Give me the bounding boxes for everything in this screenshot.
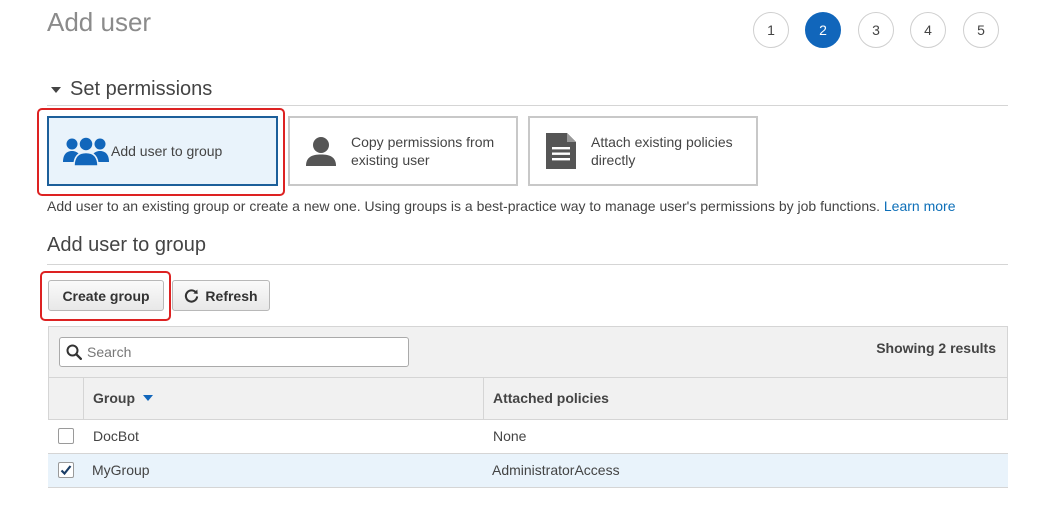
step-5[interactable]: 5	[963, 12, 999, 48]
row-checkbox[interactable]	[58, 428, 74, 444]
page-title: Add user	[47, 7, 152, 37]
divider	[48, 377, 1008, 378]
sort-desc-icon	[143, 395, 153, 401]
section-title: Set permissions	[70, 78, 213, 100]
step-3[interactable]: 3	[858, 12, 894, 48]
user-icon	[290, 136, 351, 166]
search-input-wrapper[interactable]	[59, 337, 409, 367]
step-2[interactable]: 2	[805, 12, 841, 48]
divider	[47, 264, 1008, 265]
column-header-group[interactable]: Group	[93, 390, 153, 406]
column-separator	[83, 378, 84, 420]
refresh-button[interactable]: Refresh	[172, 280, 270, 311]
option-copy-permissions[interactable]: Copy permissions from existing user	[288, 116, 518, 186]
option-label: Attach existing policies directly	[591, 134, 733, 168]
policy-link[interactable]: AdministratorAccess	[492, 462, 620, 478]
table-row[interactable]	[48, 420, 1008, 454]
search-input[interactable]	[87, 344, 387, 360]
checkmark-icon	[60, 465, 72, 476]
search-icon	[66, 344, 82, 360]
users-group-icon	[49, 135, 111, 167]
group-section-title: Add user to group	[47, 234, 206, 256]
option-label: Add user to group	[111, 143, 223, 159]
option-label: Copy permissions from existing user	[351, 134, 495, 168]
caret-down-icon	[51, 86, 61, 93]
column-separator	[483, 378, 484, 420]
column-header-policies[interactable]: Attached policies	[493, 390, 609, 406]
document-icon	[530, 133, 591, 169]
create-group-button[interactable]: Create group	[48, 280, 164, 311]
learn-more-link[interactable]: Learn more	[884, 198, 956, 214]
policy-value: None	[493, 428, 527, 444]
set-permissions-toggle[interactable]: Set permissions	[51, 78, 212, 101]
group-link[interactable]: MyGroup	[92, 462, 150, 478]
step-1[interactable]: 1	[753, 12, 789, 48]
divider	[47, 105, 1008, 106]
results-count: Showing 2 results	[876, 340, 996, 356]
option-attach-policies[interactable]: Attach existing policies directly	[528, 116, 758, 186]
group-link[interactable]: DocBot	[93, 428, 139, 444]
row-checkbox[interactable]	[58, 462, 74, 478]
permissions-description: Add user to an existing group or create …	[47, 198, 956, 214]
step-4[interactable]: 4	[910, 12, 946, 48]
refresh-icon	[185, 289, 199, 303]
option-add-user-to-group[interactable]: Add user to group	[47, 116, 278, 186]
